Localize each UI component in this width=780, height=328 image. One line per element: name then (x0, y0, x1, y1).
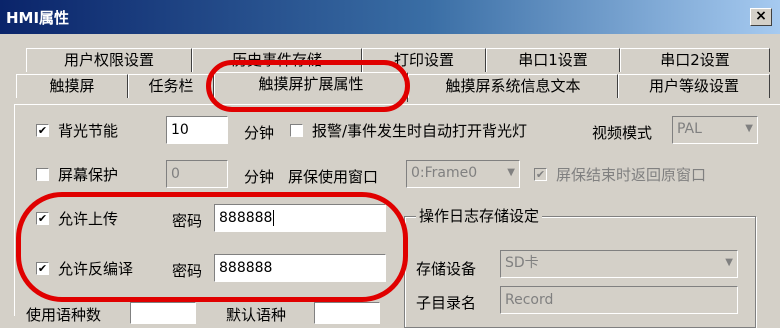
upload-password-value: 888888 (219, 210, 273, 226)
allow-decompile-checkbox[interactable]: ✔ (36, 262, 49, 275)
subdir-label: 子目录名 (416, 294, 477, 312)
title-bar (0, 0, 780, 34)
screensaver-window-value: 0:Frame0 (411, 165, 478, 181)
default-lang-input[interactable] (314, 302, 380, 324)
tab-history-events[interactable]: 历史事件存储 (192, 48, 362, 72)
screensaver-unit: 分钟 (244, 168, 275, 186)
storage-device-label: 存储设备 (416, 260, 477, 278)
tab-print-settings[interactable]: 打印设置 (362, 48, 486, 72)
chevron-down-icon: ▼ (745, 123, 753, 134)
tab-user-permissions[interactable]: 用户权限设置 (26, 48, 192, 72)
video-mode-select[interactable]: PAL ▼ (672, 116, 758, 144)
allow-upload-label: 允许上传 (58, 210, 119, 228)
chevron-down-icon: ▼ (725, 257, 733, 268)
decompile-password-label: 密码 (172, 262, 203, 280)
allow-upload-checkbox[interactable]: ✔ (36, 212, 49, 225)
screensaver-minutes-input[interactable]: 0 (166, 160, 228, 188)
screensaver-window-label: 屏保使用窗口 (288, 168, 379, 186)
video-mode-value: PAL (677, 121, 702, 137)
backlight-checkbox[interactable]: ✔ (36, 124, 49, 137)
text-cursor (273, 210, 275, 226)
backlight-minutes-input[interactable]: 10 (166, 116, 228, 144)
storage-device-value: SD卡 (505, 255, 539, 271)
screensaver-label: 屏幕保护 (58, 166, 119, 184)
close-button[interactable]: × (750, 8, 772, 26)
screensaver-checkbox[interactable] (36, 168, 49, 181)
op-log-title: 操作日志存储设定 (416, 205, 543, 226)
backlight-unit: 分钟 (244, 124, 275, 142)
window-title: HMI属性 (6, 9, 70, 27)
tab-user-levels[interactable]: 用户等级设置 (618, 74, 770, 98)
tab-touchscreen-extended[interactable]: 触摸屏扩展属性 (214, 72, 408, 102)
video-mode-label: 视频模式 (592, 124, 653, 142)
screensaver-window-select[interactable]: 0:Frame0 ▼ (406, 160, 520, 188)
backlight-label: 背光节能 (58, 122, 119, 140)
tab-serial2[interactable]: 串口2设置 (620, 48, 770, 72)
alarm-backlight-label: 报警/事件发生时自动打开背光灯 (312, 122, 528, 140)
lang-count-input[interactable] (130, 302, 196, 324)
alarm-backlight-checkbox[interactable] (290, 124, 303, 137)
subdir-input[interactable]: Record (500, 286, 738, 314)
allow-decompile-label: 允许反编译 (58, 260, 134, 278)
tab-touchscreen[interactable]: 触摸屏 (16, 74, 128, 98)
tab-system-info-text[interactable]: 触摸屏系统信息文本 (408, 74, 618, 98)
screensaver-return-checkbox[interactable]: ✔ (534, 168, 547, 181)
decompile-password-input[interactable]: 888888 (214, 254, 386, 282)
storage-device-select[interactable]: SD卡 ▼ (500, 250, 738, 278)
chevron-down-icon: ▼ (507, 167, 515, 178)
screensaver-return-label: 屏保结束时返回原窗口 (556, 166, 707, 184)
tab-serial1[interactable]: 串口1设置 (486, 48, 620, 72)
upload-password-input[interactable]: 888888 (214, 204, 386, 232)
tab-taskbar[interactable]: 任务栏 (128, 74, 214, 98)
upload-password-label: 密码 (172, 212, 203, 230)
lang-count-label: 使用语种数 (26, 306, 102, 324)
default-lang-label: 默认语种 (226, 306, 287, 324)
